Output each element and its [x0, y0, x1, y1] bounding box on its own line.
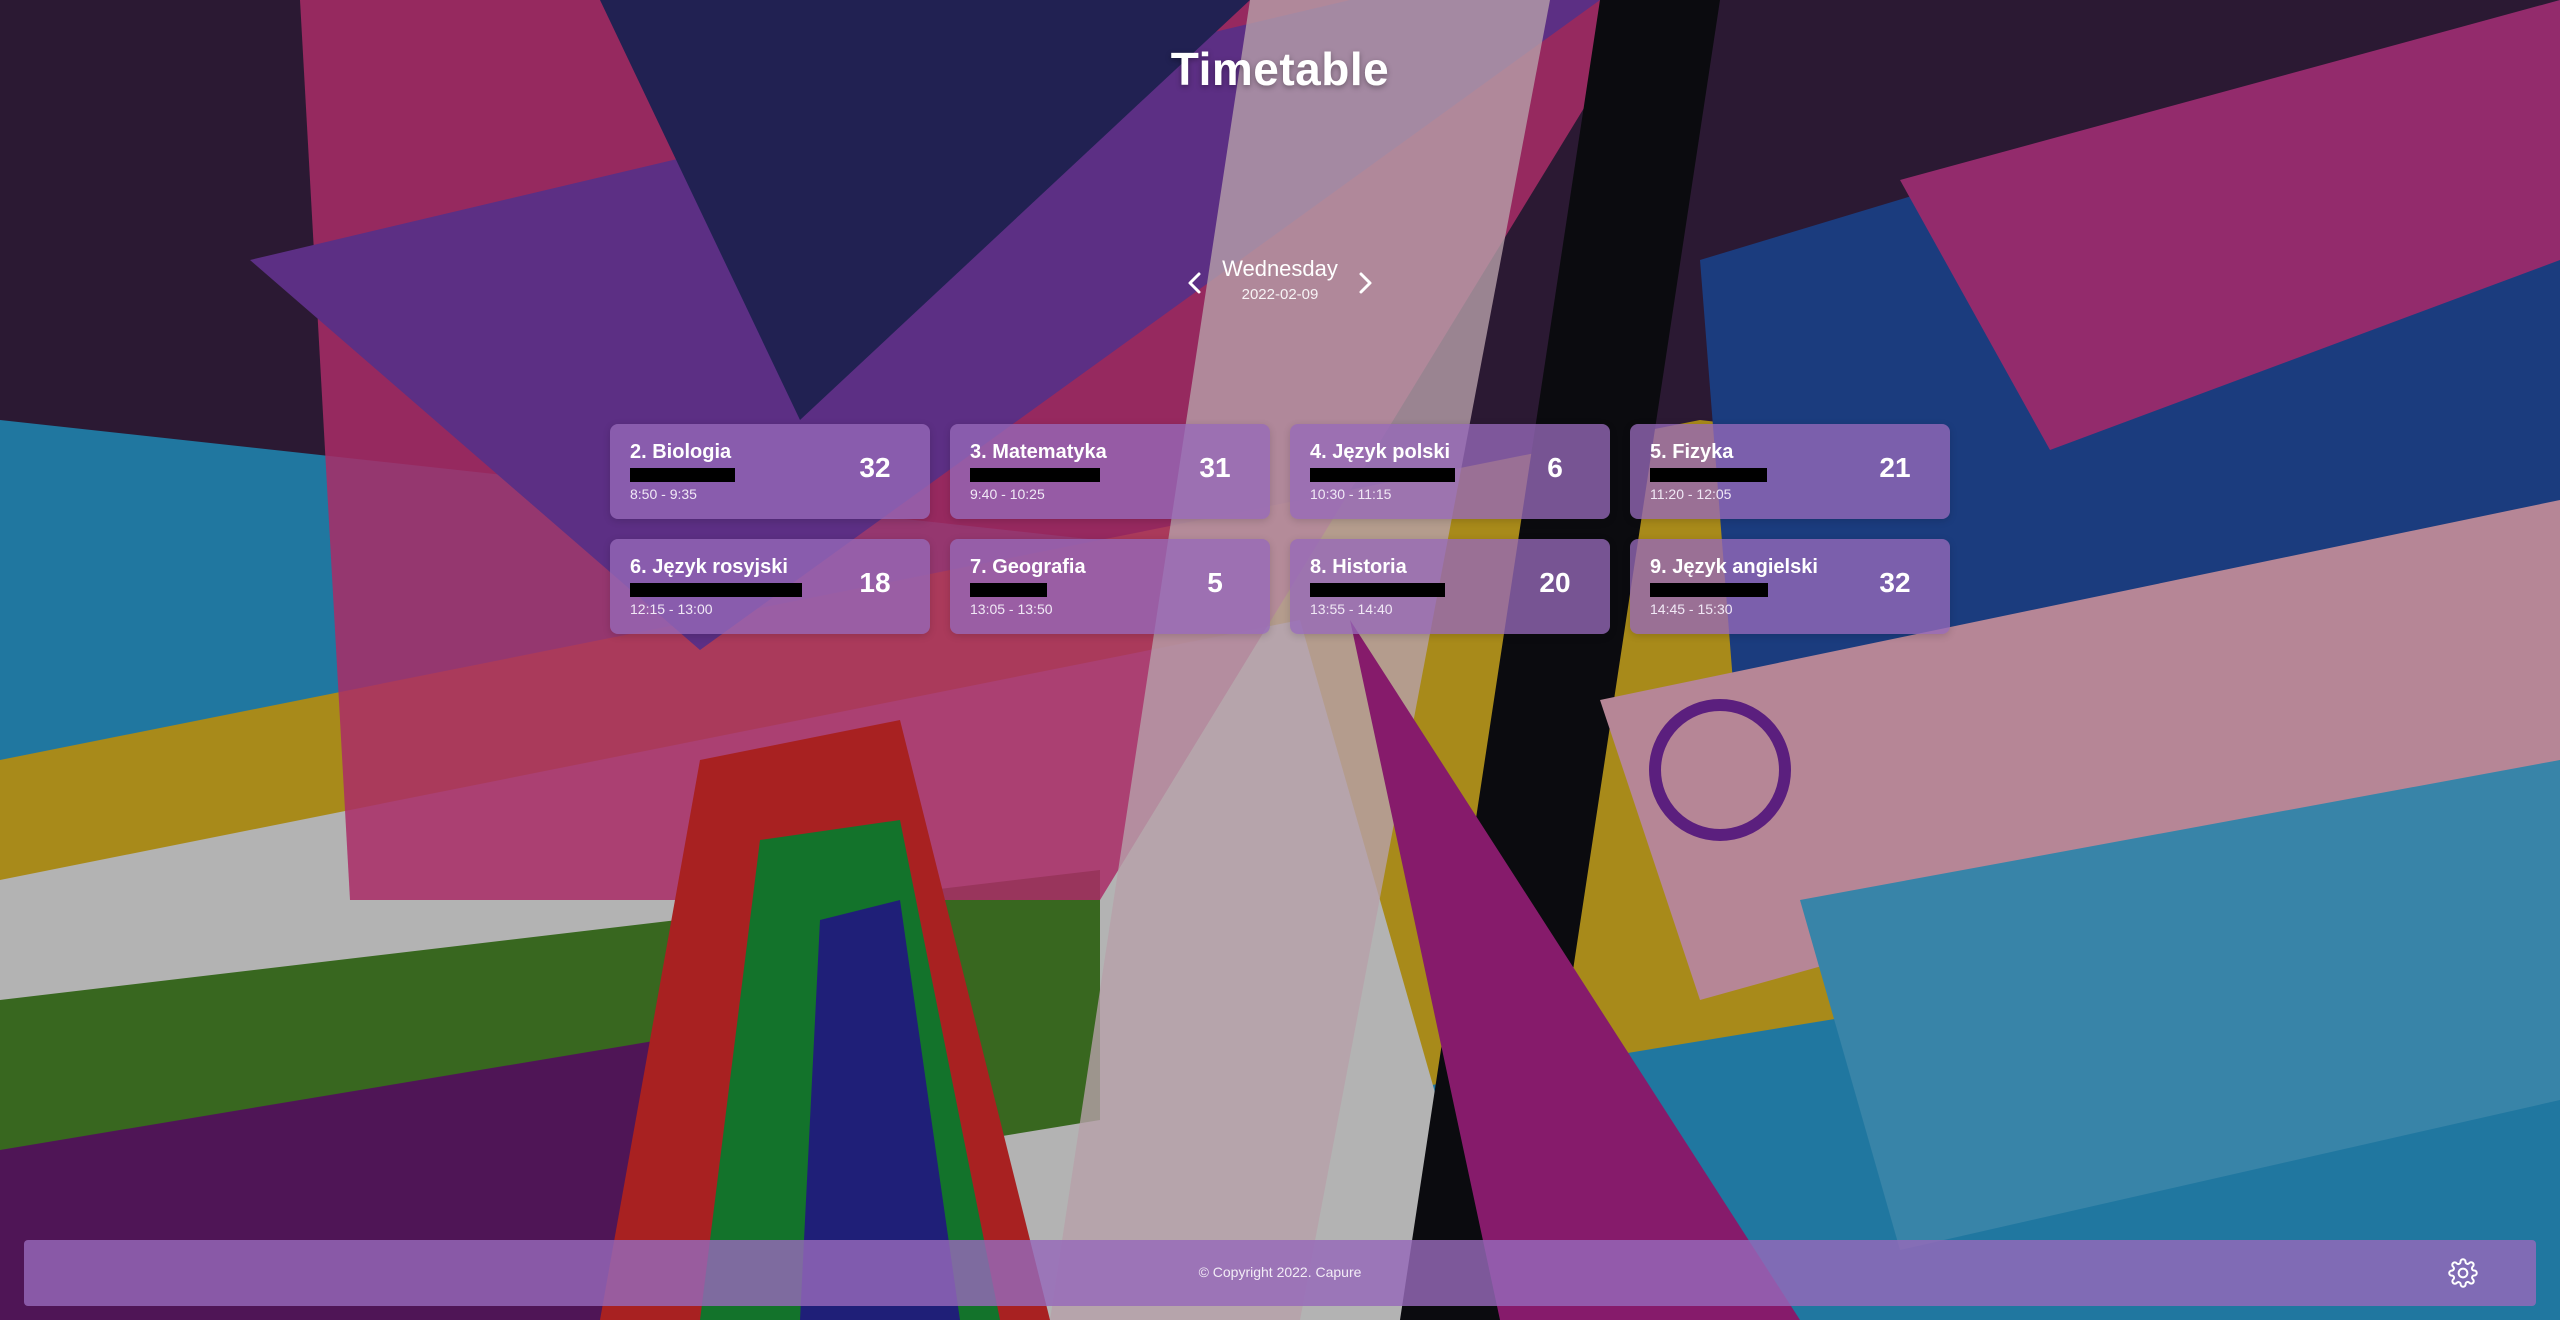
page-title: Timetable	[1170, 43, 1390, 95]
lesson-card[interactable]: 9. Język angielski 14:45 - 15:30 32	[1630, 539, 1950, 634]
chevron-right-icon[interactable]	[1350, 268, 1380, 298]
lesson-card[interactable]: 5. Fizyka 11:20 - 12:05 21	[1630, 424, 1950, 519]
lesson-subject: 9. Język angielski	[1650, 556, 1818, 578]
lesson-card[interactable]: 3. Matematyka 9:40 - 10:25 31	[950, 424, 1270, 519]
background-artwork	[0, 0, 2560, 1320]
copyright-text: © Copyright 2022. Capure	[1198, 1264, 1362, 1280]
redacted-teacher	[970, 468, 1100, 482]
lesson-room: 32	[859, 452, 891, 483]
lesson-card[interactable]: 7. Geografia 13:05 - 13:50 5	[950, 539, 1270, 634]
redacted-teacher	[970, 583, 1047, 597]
lesson-time: 13:05 - 13:50	[970, 601, 1053, 617]
lesson-subject: 4. Język polski	[1310, 441, 1451, 463]
redacted-teacher	[1650, 583, 1768, 597]
lesson-time: 12:15 - 13:00	[630, 601, 713, 617]
lesson-room: 6	[1547, 452, 1563, 483]
redacted-teacher	[630, 583, 802, 597]
lesson-subject: 3. Matematyka	[970, 441, 1107, 463]
lesson-room: 32	[1879, 567, 1911, 598]
lesson-room: 18	[859, 567, 891, 598]
lesson-subject: 5. Fizyka	[1650, 441, 1734, 463]
redacted-teacher	[1310, 468, 1455, 482]
lesson-subject: 8. Historia	[1310, 556, 1407, 578]
lesson-subject: 7. Geografia	[970, 556, 1086, 578]
lessons-grid: 2. Biologia 8:50 - 9:35 32 3. Matematyka…	[610, 424, 1950, 634]
lesson-time: 8:50 - 9:35	[630, 486, 697, 502]
lesson-subject: 2. Biologia	[630, 441, 732, 463]
lesson-subject: 6. Język rosyjski	[630, 556, 788, 578]
lesson-time: 9:40 - 10:25	[970, 486, 1045, 502]
lesson-time: 13:55 - 14:40	[1310, 601, 1393, 617]
redacted-teacher	[1310, 583, 1445, 597]
lesson-time: 10:30 - 11:15	[1310, 486, 1392, 502]
lesson-card[interactable]: 6. Język rosyjski 12:15 - 13:00 18	[610, 539, 930, 634]
footer-bar: © Copyright 2022. Capure	[24, 1240, 2536, 1306]
lesson-card[interactable]: 4. Język polski 10:30 - 11:15 6	[1290, 424, 1610, 519]
day-navigator: Wednesday 2022-02-09	[1170, 254, 1390, 314]
lesson-card[interactable]: 8. Historia 13:55 - 14:40 20	[1290, 539, 1610, 634]
redacted-teacher	[1650, 468, 1767, 482]
lesson-room: 31	[1199, 452, 1231, 483]
lesson-time: 11:20 - 12:05	[1650, 486, 1732, 502]
redacted-teacher	[630, 468, 735, 482]
lesson-room: 21	[1879, 452, 1911, 483]
lesson-time: 14:45 - 15:30	[1650, 601, 1733, 617]
lesson-card[interactable]: 2. Biologia 8:50 - 9:35 32	[610, 424, 930, 519]
lesson-room: 20	[1539, 567, 1571, 598]
gear-icon[interactable]	[2448, 1258, 2478, 1288]
lesson-room: 5	[1207, 567, 1223, 598]
